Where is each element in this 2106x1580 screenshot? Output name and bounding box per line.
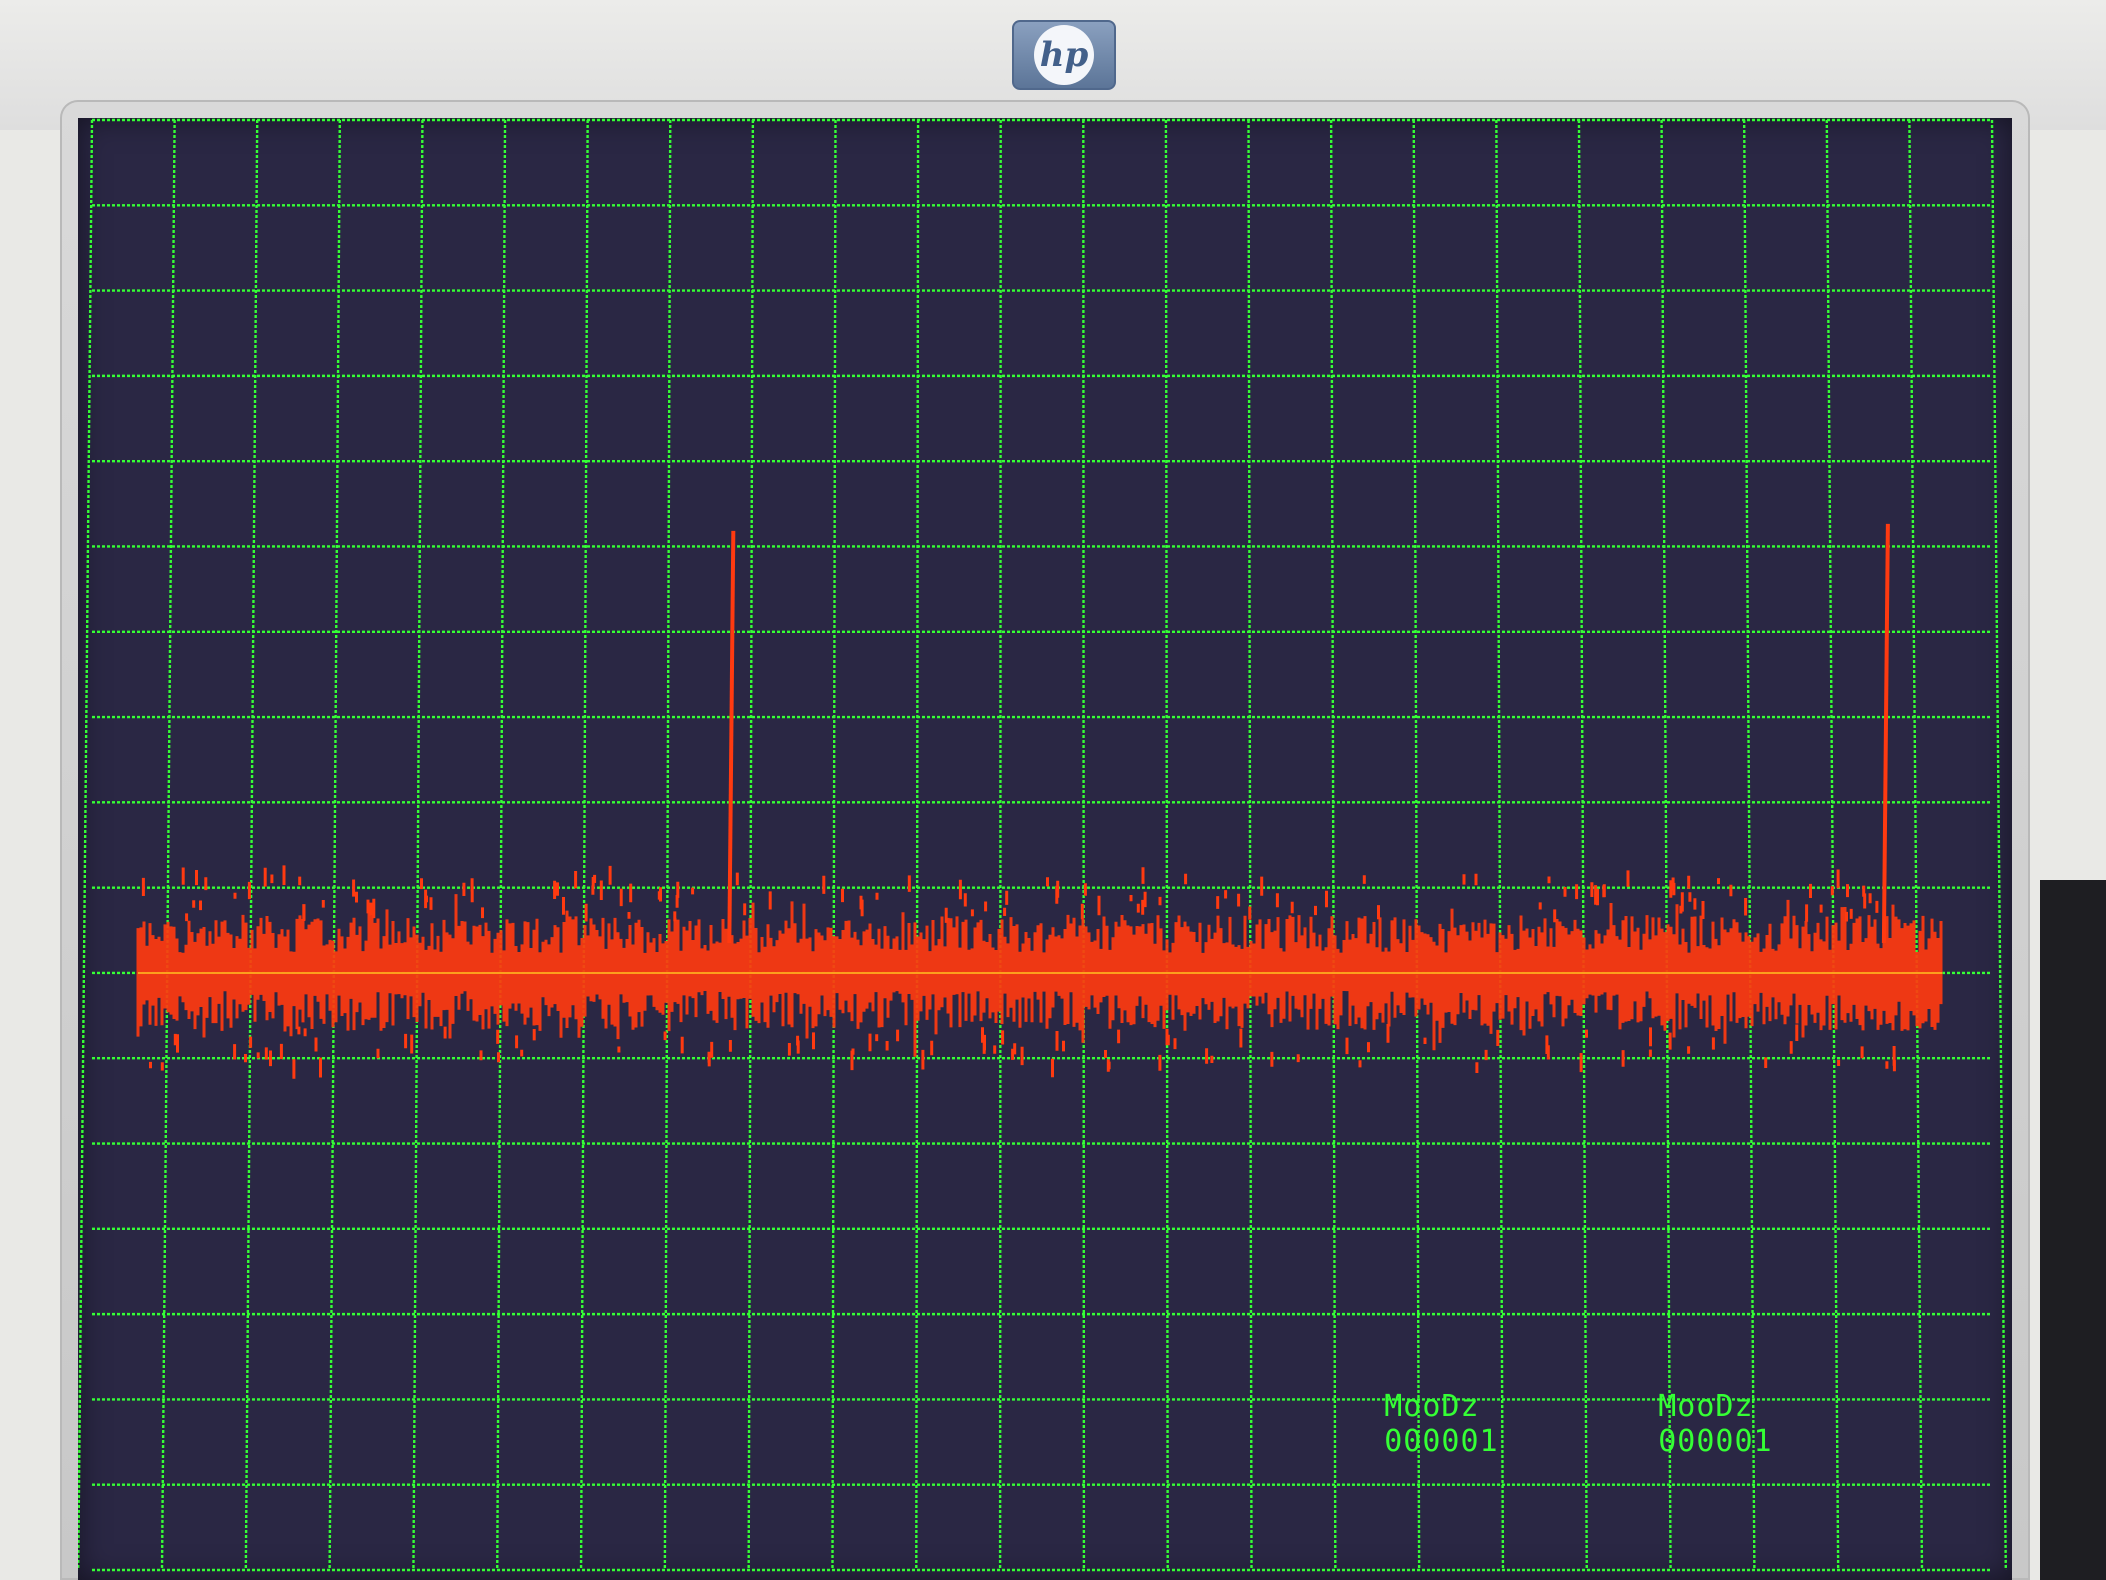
readout-2: MooDz 000001 <box>1582 1354 1773 1494</box>
grid-vline <box>1082 119 1086 1571</box>
readout-1-value: 000001 <box>1384 1424 1499 1459</box>
grid-vline <box>747 119 755 1571</box>
hp-logo-text: hp <box>1034 25 1094 85</box>
grid-vline <box>1164 119 1169 1571</box>
readout-1-label: MooDz <box>1384 1389 1480 1424</box>
signal-spike-2 <box>1881 523 1890 944</box>
grid-vline <box>1908 119 1924 1571</box>
oscilloscope-screen: MooDz 000001 MooDz 000001 <box>78 118 2012 1580</box>
grid-vline <box>78 119 94 1571</box>
background-object <box>2040 880 2106 1580</box>
grid-vline <box>1990 119 2007 1571</box>
grid-vline <box>579 119 589 1571</box>
grid-vline <box>160 119 176 1571</box>
grid-vline <box>1329 119 1337 1571</box>
grid-vline <box>915 119 920 1571</box>
grid-vline <box>831 119 837 1571</box>
grid-vline <box>244 119 259 1571</box>
readout-2-label: MooDz <box>1658 1389 1754 1424</box>
grid-vline <box>1495 119 1505 1571</box>
hp-logo-icon: hp <box>1012 20 1116 90</box>
grid-vline <box>1825 119 1840 1571</box>
readout-1: MooDz 000001 <box>1308 1354 1499 1494</box>
grid-vline <box>1412 119 1421 1571</box>
grid-vline <box>663 119 672 1571</box>
grid-vline <box>496 119 507 1571</box>
grid-vline <box>328 119 342 1571</box>
grid-vline <box>1247 119 1253 1571</box>
grid-vline <box>1742 119 1756 1571</box>
signal-spikes <box>727 523 1890 944</box>
grid-vline <box>998 119 1002 1571</box>
readout-2-value: 000001 <box>1658 1424 1773 1459</box>
grid-vline <box>1660 119 1672 1571</box>
signal-spike-1 <box>727 530 736 944</box>
grid-vline <box>1577 119 1588 1571</box>
grid-vline <box>412 119 424 1571</box>
graticule-grid <box>78 118 2007 1572</box>
noise-band <box>136 894 1943 1057</box>
signal-trace <box>136 865 1943 1079</box>
